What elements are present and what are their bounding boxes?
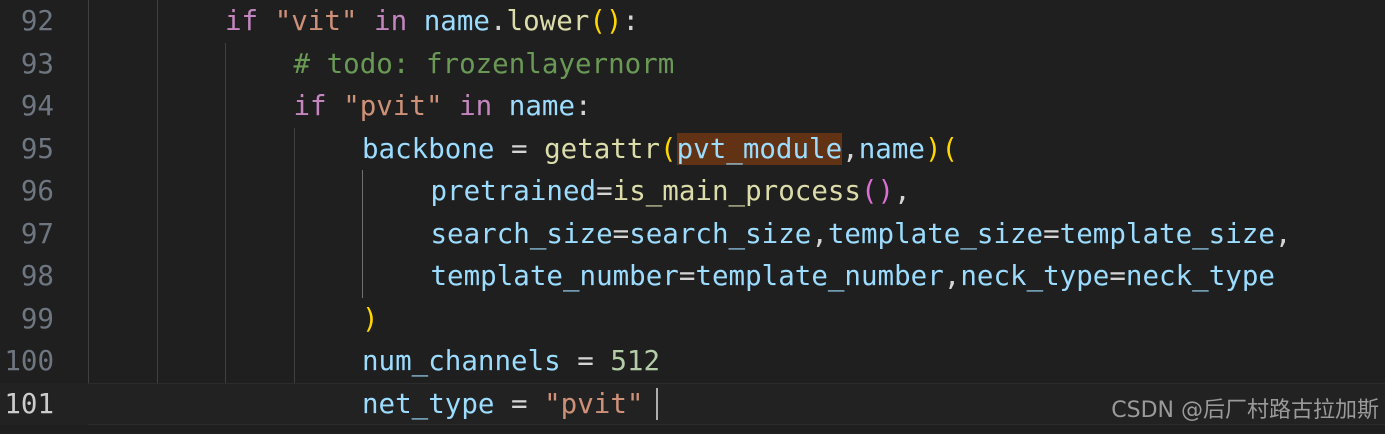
code-text[interactable]: ): [362, 298, 379, 341]
text-cursor: [656, 387, 659, 420]
code-token: in: [459, 90, 493, 122]
code-token: (): [589, 5, 623, 37]
code-token: ,: [842, 132, 859, 165]
code-token: 512: [610, 345, 661, 377]
code-token: ): [362, 302, 379, 335]
code-token: =: [494, 387, 545, 420]
line-number: 98: [20, 260, 54, 292]
code-token: search_size: [430, 217, 613, 250]
code-token: name: [858, 132, 925, 165]
code-token: net_type: [362, 387, 495, 420]
code-text[interactable]: pretrained=is_main_process(),: [431, 170, 911, 213]
code-text[interactable]: if "vit" in name.lower():: [225, 0, 639, 43]
code-token: neck_type: [1125, 260, 1275, 292]
code-token: getattr: [544, 132, 661, 165]
line-number: 95: [20, 132, 54, 165]
code-token: =: [1043, 217, 1060, 250]
code-text[interactable]: num_channels = 512: [362, 340, 660, 383]
code-token: neck_type: [960, 260, 1110, 292]
line-number: 100: [4, 345, 54, 377]
code-token: (: [660, 132, 677, 165]
code-token: template_number: [695, 260, 944, 292]
code-token: ): [924, 132, 942, 165]
code-token: ,: [811, 217, 828, 250]
code-token: lower: [506, 5, 590, 37]
code-token: "pvit": [544, 387, 644, 420]
code-token: backbone: [362, 132, 495, 165]
line-number: 92: [20, 5, 54, 37]
line-number: 97: [20, 217, 54, 250]
code-text[interactable]: template_number=template_number,neck_typ…: [431, 255, 1275, 298]
code-text[interactable]: if "pvit" in name:: [294, 85, 592, 128]
line-number: 99: [20, 302, 54, 335]
code-line[interactable]: 94 if "pvit" in name:: [0, 85, 1385, 128]
highlighted-token: pvt_module: [676, 132, 843, 165]
code-editor[interactable]: 92 if "vit" in name.lower(): 93 # todo: fro…: [0, 0, 1385, 434]
code-line[interactable]: 95 backbone = getattr(pvt_module,name)(: [0, 128, 1385, 171]
code-token: "vit": [274, 5, 358, 37]
code-line[interactable]: 98 template_number=template_number,neck_t…: [0, 255, 1385, 298]
code-token: =: [494, 132, 545, 165]
code-token: name: [423, 5, 490, 37]
code-token: =: [1109, 260, 1126, 292]
code-token: ,: [894, 175, 911, 207]
code-token: =: [596, 175, 613, 207]
code-line[interactable]: 93 # todo: frozenlayernorm: [0, 43, 1385, 86]
code-token: template_size: [1059, 217, 1275, 250]
code-token: in: [374, 5, 408, 37]
code-token: search_size: [629, 217, 812, 250]
code-line[interactable]: 100 num_channels = 512: [0, 340, 1385, 383]
code-text[interactable]: net_type = "pvit": [362, 383, 643, 426]
code-token: :: [622, 5, 640, 37]
code-token: is_main_process: [612, 175, 861, 207]
line-number: 96: [20, 175, 54, 207]
code-token: name: [508, 90, 576, 122]
code-line[interactable]: 97 search_size=search_size,template_size=…: [0, 213, 1385, 256]
code-token: template_size: [827, 217, 1044, 250]
code-token: # todo: frozenlayernorm: [293, 47, 675, 80]
csdn-watermark: CSDN @后厂村路古拉加斯: [1111, 398, 1379, 423]
code-token: if: [293, 90, 327, 122]
code-line[interactable]: 96 pretrained=is_main_process(),: [0, 170, 1385, 213]
line-number: 94: [20, 90, 54, 122]
code-token: (: [941, 132, 959, 165]
code-line[interactable]: 92 if "vit" in name.lower():: [0, 0, 1385, 43]
code-token: (): [861, 175, 895, 207]
code-token: :: [575, 90, 592, 122]
code-token: template_number: [430, 260, 679, 292]
code-token: if: [225, 5, 259, 37]
line-number: 101: [4, 387, 54, 420]
code-token: pretrained: [430, 175, 597, 207]
code-token: =: [678, 260, 696, 292]
code-text[interactable]: # todo: frozenlayernorm: [294, 43, 675, 86]
code-token: =: [560, 345, 611, 377]
code-line[interactable]: 99): [0, 298, 1385, 341]
code-token: "pvit": [343, 90, 443, 122]
code-token: ,: [1274, 217, 1292, 250]
code-text[interactable]: search_size=search_size,template_size=te…: [431, 213, 1292, 256]
code-token: ,: [943, 260, 961, 292]
code-token: .: [489, 5, 507, 37]
code-token: =: [612, 217, 630, 250]
code-text[interactable]: backbone = getattr(pvt_module,name)(: [362, 128, 958, 171]
line-number: 93: [20, 47, 54, 80]
code-token: num_channels: [362, 345, 561, 377]
